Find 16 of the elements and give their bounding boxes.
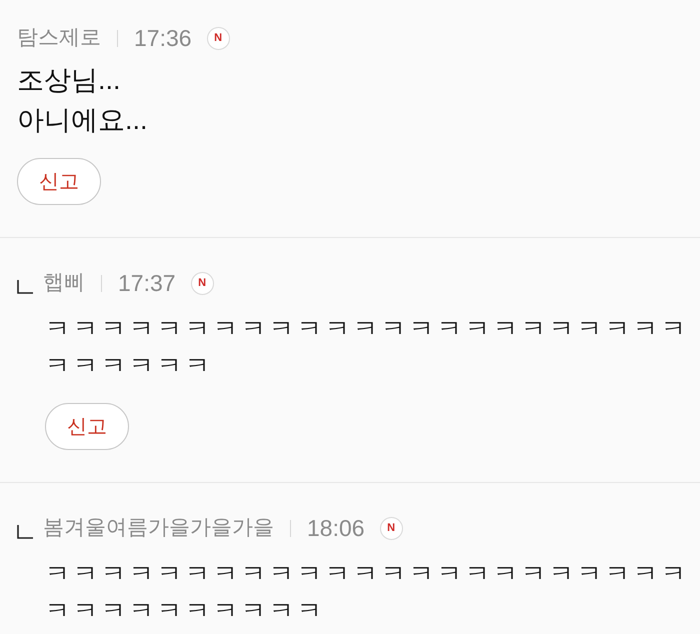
report-button[interactable]: 신고 [45, 403, 129, 450]
comment-time: 18:06 [307, 516, 365, 540]
author-name: 탐스제로 [17, 26, 101, 50]
author-name: 햅삐 [43, 271, 85, 295]
report-button[interactable]: 신고 [17, 158, 101, 205]
comment-text: 조상님... 아니에요... [17, 64, 149, 137]
reply-corner-icon [17, 280, 33, 294]
reply-corner-icon [17, 525, 33, 539]
new-badge: N [380, 516, 403, 540]
author-name: 봄겨울여름가을가을가을 [43, 516, 274, 540]
comment-text: ㅋㅋㅋㅋㅋㅋㅋㅋㅋㅋㅋㅋㅋㅋㅋㅋㅋㅋㅋㅋㅋㅋㅋㅋㅋㅋㅋㅋㅋ [45, 314, 690, 382]
new-badge: N [190, 272, 214, 294]
comment-time: 17:36 [134, 26, 192, 50]
new-badge: N [206, 26, 230, 50]
comment-time: 17:37 [118, 271, 176, 295]
comment-text: ㅋㅋㅋㅋㅋㅋㅋㅋㅋㅋㅋㅋㅋㅋㅋㅋㅋㅋㅋㅋㅋㅋㅋㅋㅋㅋㅋㅋㅋㅋㅋㅋㅋ [45, 559, 690, 627]
